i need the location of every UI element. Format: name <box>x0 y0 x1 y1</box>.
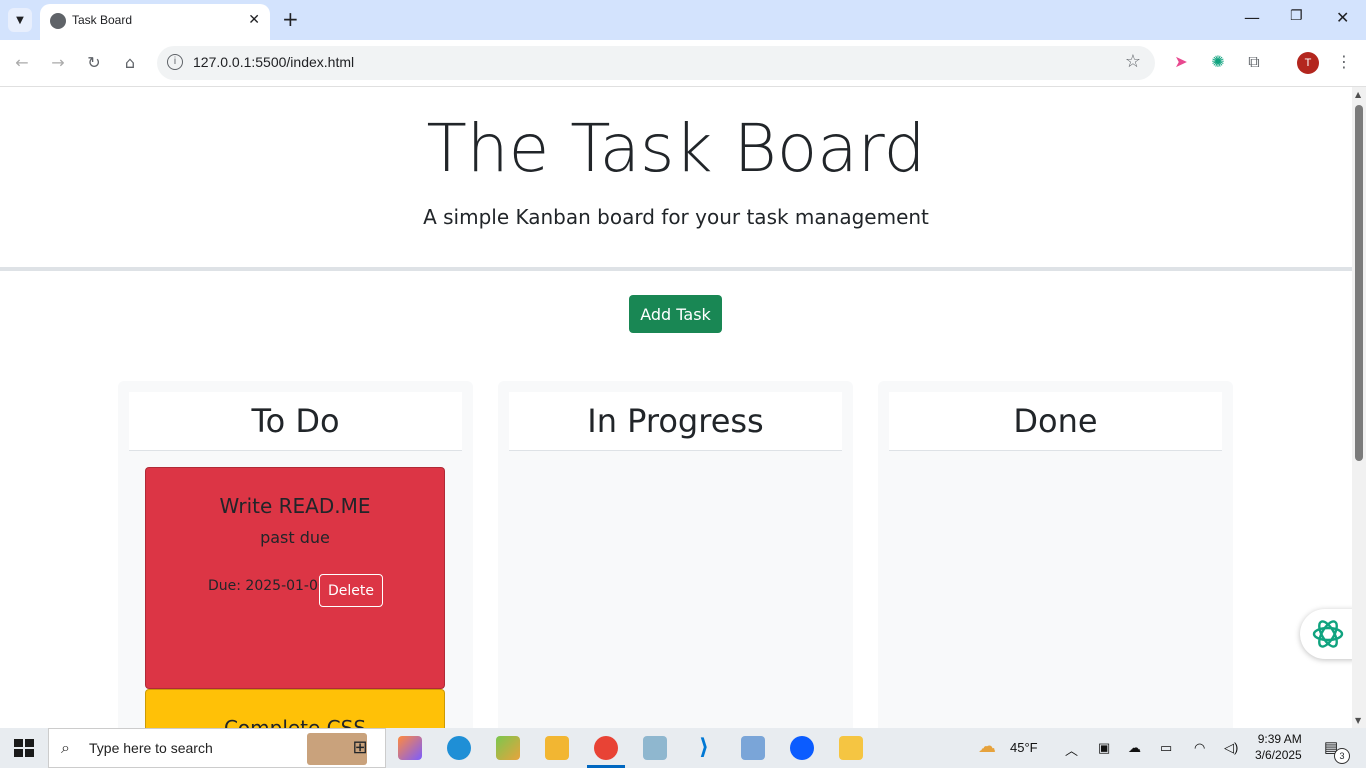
tab-title: Task Board <box>72 13 133 27</box>
show-hidden-icons[interactable]: ︿ <box>1065 740 1078 759</box>
scrollbar-thumb[interactable] <box>1355 105 1363 461</box>
minimize-button[interactable]: — <box>1244 8 1260 27</box>
extensions-puzzle-icon[interactable]: ⧉ <box>1244 52 1264 72</box>
close-window-button[interactable]: ✕ <box>1336 8 1349 27</box>
battery-icon[interactable]: ▭ <box>1160 740 1172 756</box>
site-info-icon[interactable]: i <box>167 54 183 70</box>
lane-title: To Do <box>129 392 462 451</box>
extension-icon[interactable]: ➤ <box>1171 52 1191 72</box>
restore-button[interactable]: ❐ <box>1290 8 1303 24</box>
lane-title: Done <box>889 392 1222 451</box>
reload-icon[interactable]: ↻ <box>84 53 104 73</box>
forward-icon[interactable]: → <box>48 53 68 73</box>
clock-time: 9:39 AM <box>1257 732 1302 746</box>
profile-avatar[interactable]: T <box>1297 52 1319 74</box>
copilot-icon[interactable] <box>398 736 422 760</box>
chevron-down-icon: ▼ <box>16 14 24 26</box>
lane-title: In Progress <box>509 392 842 451</box>
weather-icon[interactable]: ☁ <box>978 736 996 757</box>
task-card[interactable]: Write READ.ME past due Due: 2025-01-06 D… <box>145 467 445 689</box>
new-tab-button[interactable]: + <box>282 8 299 30</box>
page-subtitle: A simple Kanban board for your task mana… <box>423 205 929 229</box>
weather-temp[interactable]: 45°F <box>1010 740 1038 755</box>
chatgpt-floating-button[interactable] <box>1300 609 1352 659</box>
task-card[interactable]: Complete CSS <box>145 689 445 728</box>
task-view-icon[interactable]: ⊞ <box>348 736 372 760</box>
windows-start-icon[interactable] <box>14 739 34 757</box>
page-viewport: The Task Board A simple Kanban board for… <box>0 87 1352 728</box>
cloud-sync-icon[interactable]: ☁ <box>1128 740 1141 756</box>
zoom-icon[interactable] <box>790 736 814 760</box>
folder-cloud-icon[interactable] <box>839 736 863 760</box>
network-icon[interactable]: ◠ <box>1194 740 1205 756</box>
globe-icon <box>50 13 66 29</box>
task-title: Complete CSS <box>223 716 367 728</box>
task-description: past due <box>260 528 330 547</box>
app-window-icon[interactable] <box>741 736 765 760</box>
notification-badge: 3 <box>1334 748 1350 764</box>
taskbar-search-box[interactable]: ⌕ Type here to search <box>48 728 386 768</box>
browser-tabstrip: ▼ Task Board ✕ + — ❐ ✕ <box>0 0 1366 40</box>
task-due-date: Due: 2025-01-06 <box>208 578 327 594</box>
file-explorer-icon[interactable] <box>545 736 569 760</box>
home-icon[interactable]: ⌂ <box>120 53 140 73</box>
browser-tab-task-board[interactable]: Task Board ✕ <box>40 4 270 40</box>
clock-date: 3/6/2025 <box>1255 748 1302 762</box>
meet-icon[interactable]: ▣ <box>1098 740 1110 756</box>
url-text[interactable]: 127.0.0.1:5500/index.html <box>193 54 354 70</box>
back-icon[interactable]: ← <box>12 53 32 73</box>
vscode-icon[interactable]: ⟩ <box>692 736 716 760</box>
scroll-up-icon[interactable]: ▲ <box>1355 90 1361 99</box>
page-header: The Task Board A simple Kanban board for… <box>0 87 1352 271</box>
windows-taskbar: ⌕ Type here to search ⊞ ⟩ ☁ 45°F ︿ ▣ ☁ ▭… <box>0 728 1366 768</box>
app-icon[interactable] <box>496 736 520 760</box>
lane-in-progress: In Progress <box>498 381 853 728</box>
delete-task-button[interactable]: Delete <box>319 574 383 607</box>
search-placeholder: Type here to search <box>89 740 213 756</box>
tab-search-button[interactable]: ▼ <box>8 8 32 32</box>
bookmark-star-icon[interactable]: ☆ <box>1125 51 1141 72</box>
task-title: Write READ.ME <box>219 494 371 518</box>
add-task-button[interactable]: Add Task <box>629 295 722 333</box>
chatgpt-icon <box>1312 620 1344 648</box>
menu-kebab-icon[interactable]: ⋮ <box>1334 52 1354 72</box>
chatgpt-extension-icon[interactable]: ✺ <box>1208 52 1228 72</box>
address-bar[interactable]: i 127.0.0.1:5500/index.html ☆ <box>157 46 1155 80</box>
taskbar-clock[interactable]: 9:39 AM 3/6/2025 <box>1255 731 1302 763</box>
chrome-icon[interactable] <box>594 736 618 760</box>
notepad-icon[interactable] <box>643 736 667 760</box>
close-tab-icon[interactable]: ✕ <box>248 12 260 28</box>
lane-to-do: To Do Write READ.ME past due Due: 2025-0… <box>118 381 473 728</box>
volume-icon[interactable]: ◁) <box>1224 740 1238 756</box>
search-icon: ⌕ <box>61 738 70 757</box>
edge-icon[interactable] <box>447 736 471 760</box>
scroll-down-icon[interactable]: ▼ <box>1355 716 1361 725</box>
page-title: The Task Board <box>426 110 926 187</box>
browser-toolbar: ← → ↻ ⌂ i 127.0.0.1:5500/index.html ☆ ➤ … <box>0 40 1366 87</box>
page-scrollbar[interactable]: ▲ ▼ <box>1352 87 1366 728</box>
lane-done: Done <box>878 381 1233 728</box>
